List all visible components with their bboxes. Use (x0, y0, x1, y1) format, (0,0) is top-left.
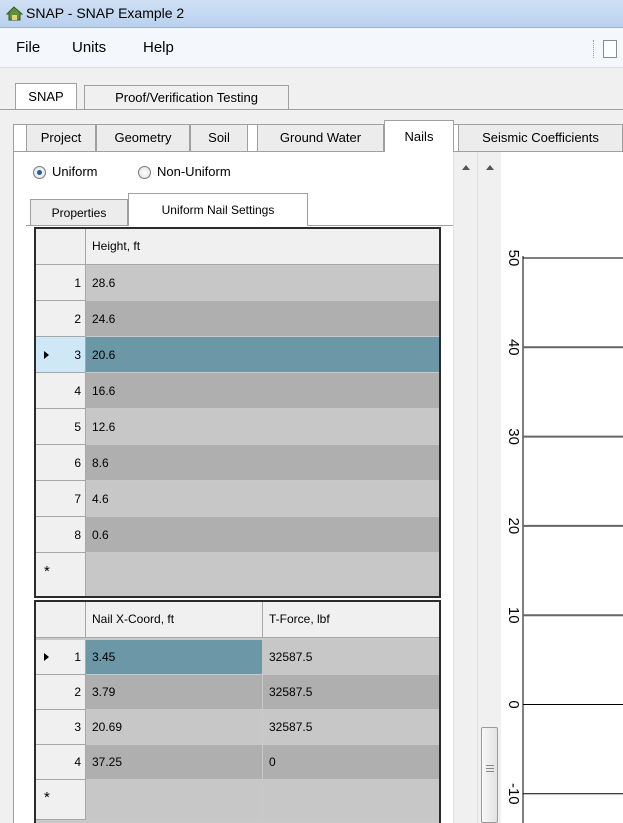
menu-units[interactable]: Units (72, 39, 106, 56)
tab-soil[interactable]: Soil (190, 124, 248, 151)
row-header[interactable]: 3 (36, 710, 86, 745)
tab-soil-label: Soil (208, 130, 230, 145)
tab-nails[interactable]: Nails (384, 120, 454, 152)
scroll-up-arrow-icon[interactable] (486, 165, 494, 170)
t-force-cell[interactable]: 32587.5 (263, 640, 439, 675)
tab-uniform-nail-settings[interactable]: Uniform Nail Settings (128, 193, 308, 226)
tab-project-label: Project (40, 130, 82, 145)
menu-help[interactable]: Help (143, 39, 174, 56)
radio-uniform[interactable] (33, 166, 46, 179)
x-coord-cell[interactable]: 3.45 (86, 640, 263, 675)
height-cell[interactable]: 28.6 (86, 265, 439, 301)
new-row-asterisk-icon: * (44, 789, 50, 806)
tick-label: 40 (505, 339, 522, 356)
new-row-cell[interactable] (86, 553, 439, 596)
tick-label: 50 (505, 250, 522, 267)
current-row-arrow-icon (44, 351, 49, 359)
height-cell[interactable]: 16.6 (86, 373, 439, 409)
plot-canvas: 50 40 30 20 10 0 -10 z(ft) (487, 250, 623, 823)
title-bar: SNAP - SNAP Example 2 (0, 0, 623, 28)
scroll-up-arrow-icon[interactable] (462, 165, 470, 170)
height-cell[interactable]: 4.6 (86, 481, 439, 517)
row-header[interactable]: 7 (36, 481, 86, 517)
app-logo-icon (6, 6, 23, 21)
t-force-cell[interactable]: 32587.5 (263, 710, 439, 745)
new-row-cell[interactable] (263, 780, 439, 820)
tab-proof-label: Proof/Verification Testing (115, 90, 258, 105)
height-cell[interactable]: 20.6 (86, 337, 439, 373)
tab-seismic-label: Seismic Coefficients (482, 130, 599, 145)
row-header[interactable]: 8 (36, 517, 86, 553)
tab-geometry[interactable]: Geometry (96, 124, 190, 151)
window-title: SNAP - SNAP Example 2 (26, 5, 185, 21)
nail-coord-grid: Nail X-Coord, ft T-Force, lbf 1 3.45 32587… (34, 600, 441, 823)
t-force-column-header[interactable]: T-Force, lbf (263, 602, 439, 638)
height-grid: Height, ft 1 28.6 2 24.6 3 20.6 4 16.6 5 12.6 6 8.6… (34, 227, 441, 598)
row-header[interactable]: 6 (36, 445, 86, 481)
tab-snap-label: SNAP (28, 89, 64, 104)
menu-file[interactable]: File (16, 39, 40, 56)
current-row-arrow-icon (44, 653, 49, 661)
t-force-cell[interactable]: 32587.5 (263, 675, 439, 710)
grid-corner (36, 602, 86, 638)
height-cell[interactable]: 8.6 (86, 445, 439, 481)
x-coord-cell[interactable]: 20.69 (86, 710, 263, 745)
x-coord-cell[interactable]: 37.25 (86, 745, 263, 780)
scroll-thumb[interactable] (481, 727, 498, 823)
t-force-cell[interactable]: 0 (263, 745, 439, 780)
tick-label: 0 (505, 700, 522, 708)
tab-project[interactable]: Project (26, 124, 96, 151)
tab-uniform-nail-settings-label: Uniform Nail Settings (161, 203, 275, 217)
tab-ground-water-label: Ground Water (279, 130, 362, 145)
radio-non-uniform[interactable] (138, 166, 151, 179)
tick-label: 30 (505, 428, 522, 445)
height-cell[interactable]: 24.6 (86, 301, 439, 337)
x-coord-column-header[interactable]: Nail X-Coord, ft (86, 602, 263, 638)
row-header[interactable]: 2 (36, 301, 86, 337)
row-header[interactable]: 5 (36, 409, 86, 445)
menu-bar: File Units Help (0, 28, 623, 68)
tab-ground-water[interactable]: Ground Water (257, 124, 384, 151)
radio-non-uniform-label: Non-Uniform (157, 164, 231, 179)
new-row-asterisk-icon: * (44, 563, 50, 580)
z-axis-label: z(ft) (503, 612, 504, 638)
tab-geometry-label: Geometry (114, 130, 172, 145)
settings-scrollbar[interactable] (453, 152, 477, 823)
row-header[interactable]: 1 (36, 265, 86, 301)
tab-seismic-coefficients[interactable]: Seismic Coefficients (458, 124, 623, 151)
radio-uniform-label: Uniform (52, 164, 98, 179)
height-cell[interactable]: 0.6 (86, 517, 439, 553)
geometry-plot: 50 40 30 20 10 0 -10 z(ft) (487, 152, 623, 823)
tick-label: 20 (505, 518, 522, 535)
new-document-icon[interactable] (603, 40, 617, 58)
tick-label: -10 (505, 783, 522, 805)
row-header[interactable]: 4 (36, 745, 86, 780)
tab-properties-label: Properties (51, 206, 107, 220)
t-force-header-label: T-Force, lbf (269, 612, 330, 626)
grid-corner (36, 229, 86, 265)
x-coord-cell[interactable]: 3.79 (86, 675, 263, 710)
new-row-cell[interactable] (86, 780, 263, 820)
toolbar-grip-icon[interactable] (593, 40, 596, 58)
row-header[interactable]: 2 (36, 675, 86, 710)
height-column-header[interactable]: Height, ft (86, 229, 439, 265)
tab-nails-label: Nails (404, 129, 434, 144)
tab-proof-verification[interactable]: Proof/Verification Testing (84, 85, 289, 109)
tab-snap[interactable]: SNAP (15, 83, 77, 109)
x-coord-header-label: Nail X-Coord, ft (92, 612, 175, 626)
row-header[interactable]: 4 (36, 373, 86, 409)
tick-label: 10 (505, 607, 522, 624)
tab-properties[interactable]: Properties (30, 199, 128, 225)
height-cell[interactable]: 12.6 (86, 409, 439, 445)
plot-scrollbar[interactable] (477, 152, 501, 823)
height-header-label: Height, ft (92, 239, 141, 253)
